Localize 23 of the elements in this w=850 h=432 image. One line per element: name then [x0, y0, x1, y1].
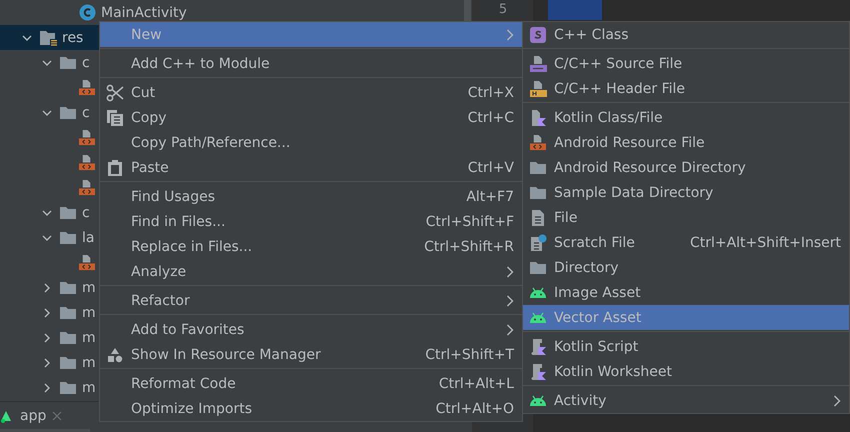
tree-label: m: [82, 280, 96, 296]
shortcut-label: Ctrl+Shift+T: [425, 346, 514, 362]
shortcut-label: Ctrl+V: [468, 160, 514, 176]
tree-label: c: [82, 104, 90, 120]
tree-label: c: [82, 204, 90, 220]
shortcut-label: Ctrl+Shift+R: [424, 238, 514, 254]
tree-label: res: [62, 30, 84, 46]
shortcut-label: Ctrl+Shift+F: [426, 214, 514, 230]
shortcut-label: Ctrl+C: [468, 110, 514, 126]
shortcut-label: Alt+F7: [466, 188, 514, 204]
shortcut-label: Ctrl+Alt+Shift+Insert: [690, 234, 841, 250]
tree-label: m: [82, 330, 96, 346]
tree-label: m: [82, 380, 96, 396]
tree-label: m: [82, 304, 96, 320]
tree-label: la: [82, 230, 94, 246]
tree-label: m: [82, 354, 96, 370]
shortcut-label: Ctrl+Alt+L: [438, 376, 514, 392]
shortcut-label: Ctrl+X: [468, 84, 514, 100]
tree-label: c: [82, 54, 90, 70]
shortcut-label: Ctrl+Alt+O: [436, 400, 514, 416]
tree-label: MainActivity: [101, 4, 187, 20]
tab-label: app: [20, 408, 46, 424]
line-number: 5: [498, 2, 508, 18]
